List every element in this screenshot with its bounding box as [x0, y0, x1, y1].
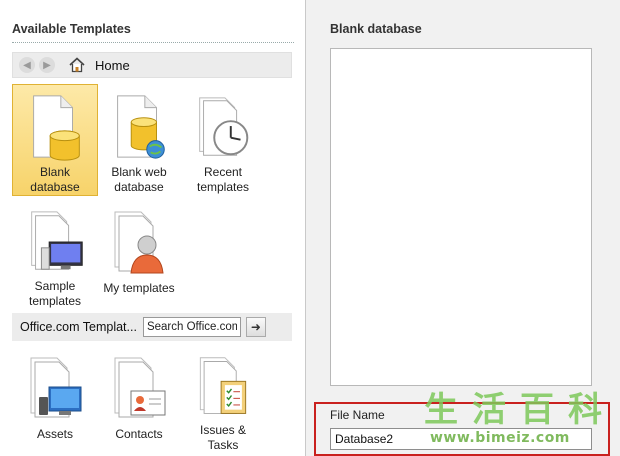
template-blank-database[interactable]: Blank database: [12, 84, 98, 196]
available-templates-heading: Available Templates: [12, 22, 131, 36]
web-database-icon: [117, 95, 165, 159]
office-templates-bar: Office.com Templat... ➜: [12, 313, 292, 341]
home-icon[interactable]: [69, 57, 85, 73]
blank-database-icon: [33, 95, 80, 161]
file-name-label: File Name: [330, 408, 385, 422]
template-issues-tasks[interactable]: Issues & Tasks: [180, 344, 266, 454]
office-templates-label[interactable]: Office.com Templat...: [20, 320, 137, 334]
arrow-right-icon[interactable]: ➜: [245, 317, 266, 337]
tile-label: My templates: [103, 281, 175, 295]
template-recent-templates[interactable]: Recent templates: [180, 84, 266, 196]
tile-label: Blank web database: [111, 165, 167, 194]
assets-icon: [30, 357, 82, 418]
template-my-templates[interactable]: My templates: [96, 198, 182, 310]
forward-arrow-icon[interactable]: ▶: [39, 57, 55, 73]
heading-divider: [12, 42, 294, 43]
preview-image: [330, 48, 592, 386]
tile-label: Issues & Tasks: [199, 423, 247, 452]
tile-label: Sample templates: [28, 279, 82, 308]
back-arrow-icon[interactable]: ◀: [19, 57, 35, 73]
tile-label: Contacts: [115, 427, 163, 441]
template-assets[interactable]: Assets: [12, 344, 98, 454]
tile-label: Blank database: [30, 165, 80, 194]
clock-document-icon: [199, 97, 249, 156]
template-navigation-bar: ◀ ▶ Home: [12, 52, 292, 78]
contacts-card-icon: [114, 357, 166, 418]
file-name-input[interactable]: [330, 428, 592, 450]
tile-label: Recent templates: [196, 165, 250, 194]
preview-heading: Blank database: [330, 22, 422, 36]
available-templates-pane: Available Templates ◀ ▶ Home Blank datab…: [0, 0, 305, 456]
checklist-clipboard-icon: [199, 357, 247, 414]
template-blank-web-database[interactable]: Blank web database: [96, 84, 182, 196]
template-sample-templates[interactable]: Sample templates: [12, 198, 98, 310]
computer-document-icon: [31, 211, 83, 270]
template-contacts[interactable]: Contacts: [96, 344, 182, 454]
blank-database-preview-pane: Blank database File Name: [306, 0, 620, 456]
search-office-input[interactable]: [142, 317, 241, 337]
home-breadcrumb[interactable]: Home: [95, 58, 130, 73]
tile-label: Assets: [36, 427, 73, 441]
person-document-icon: [114, 211, 164, 274]
